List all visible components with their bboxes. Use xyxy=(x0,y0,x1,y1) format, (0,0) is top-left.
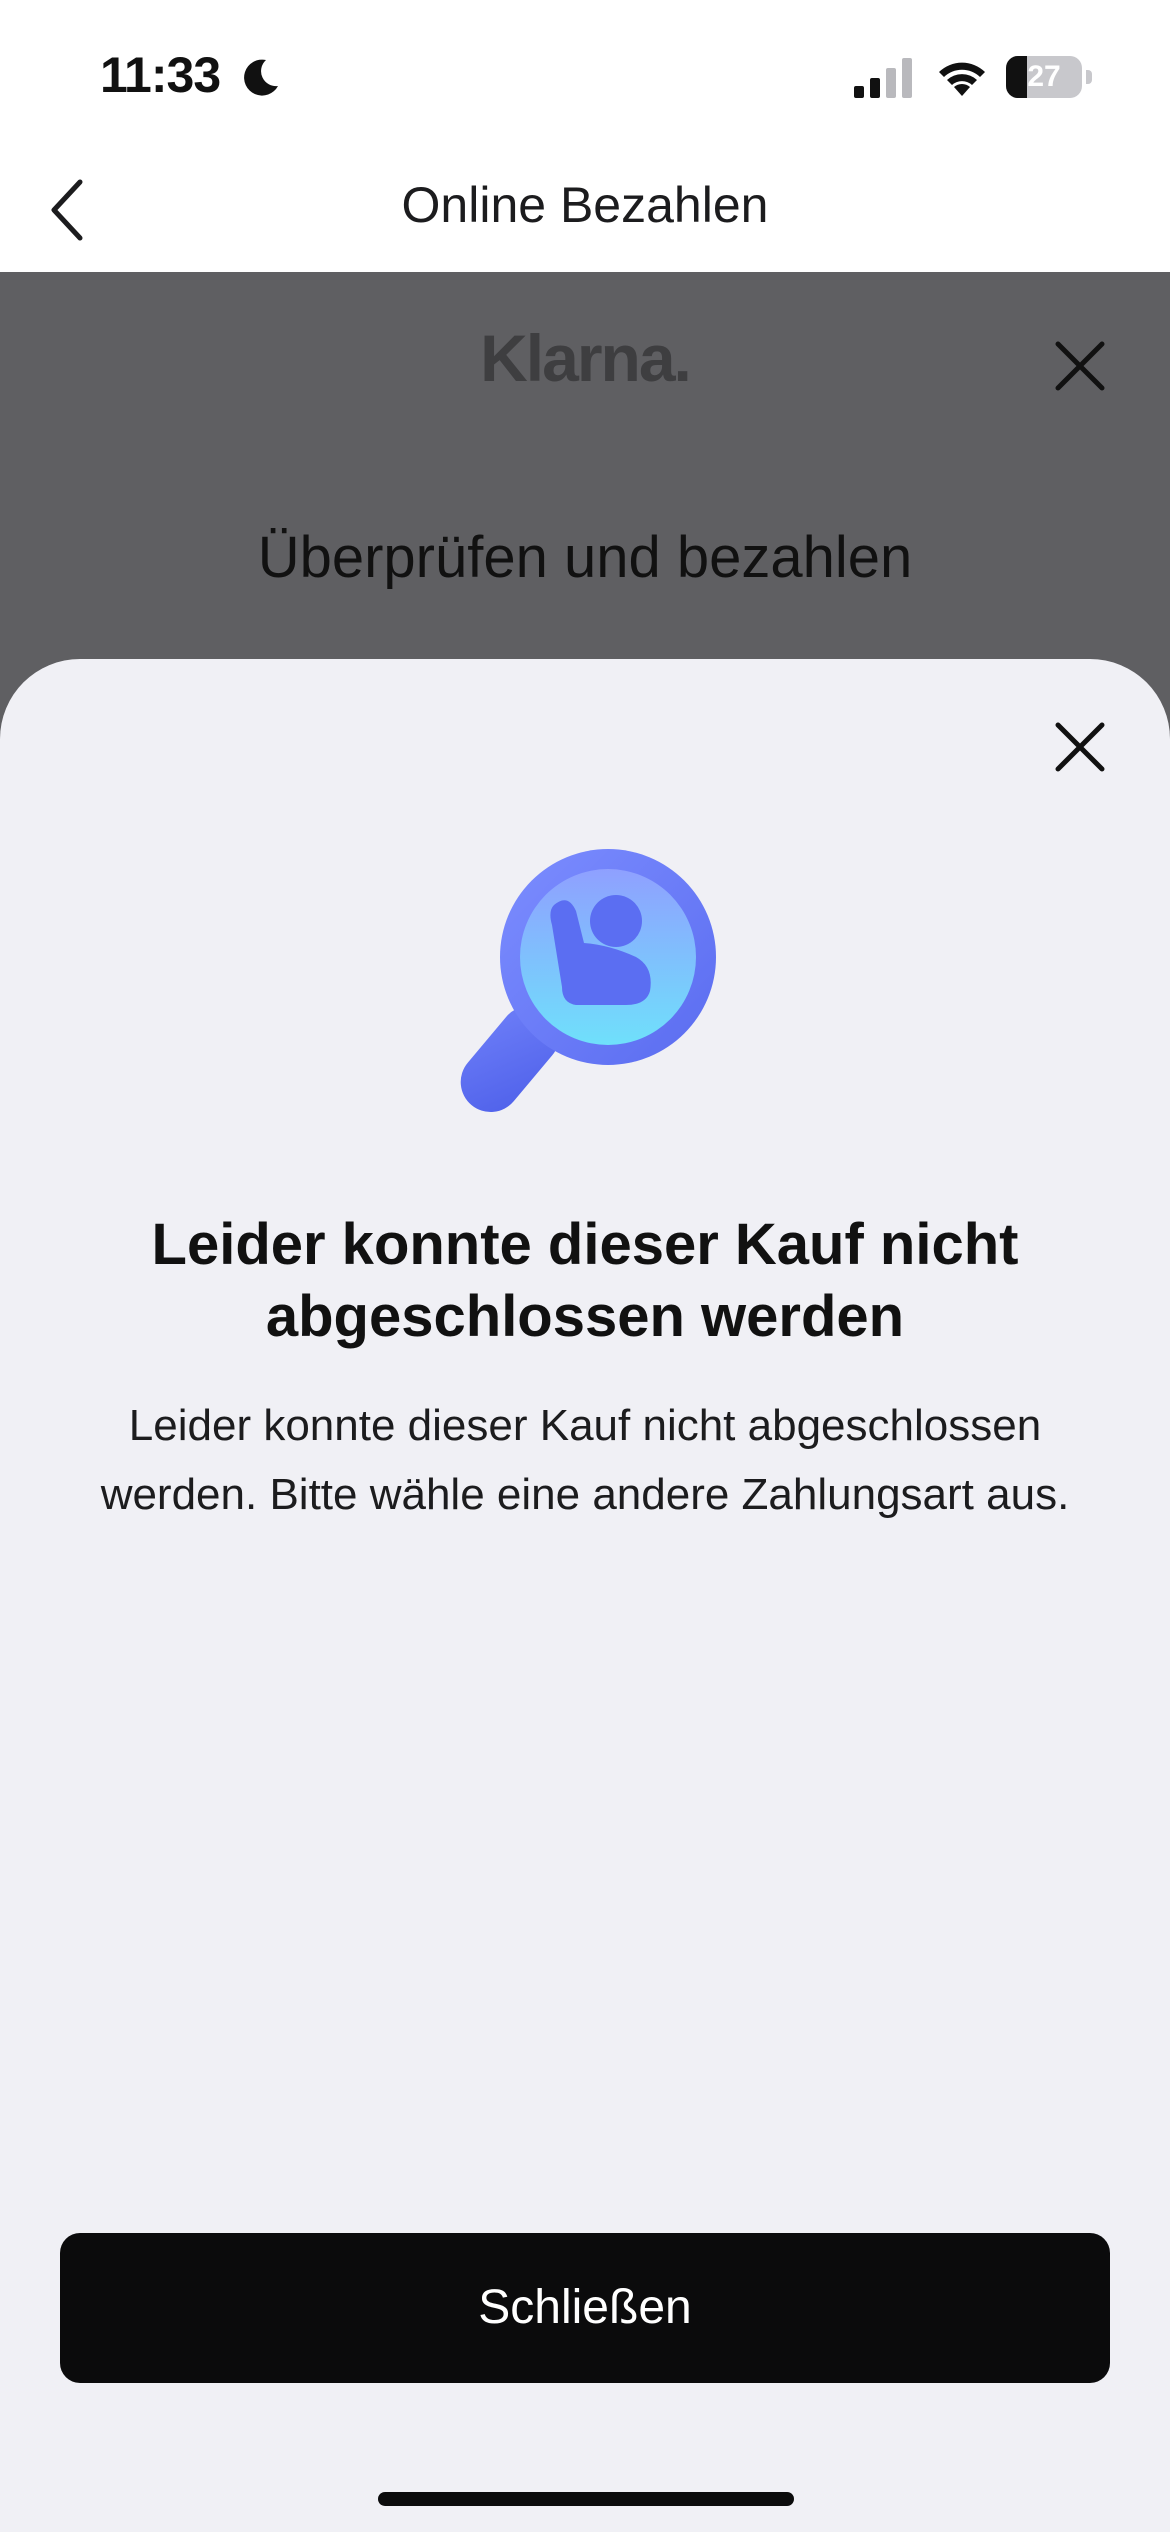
battery-tip xyxy=(1086,70,1092,84)
error-title: Leider konnte dieser Kauf nicht abgeschl… xyxy=(151,1212,1019,1349)
nav-bar: Online Bezahlen xyxy=(0,150,1170,272)
signal-icon xyxy=(854,58,912,98)
page-title: Online Bezahlen xyxy=(401,177,769,233)
status-bar: 11:33 27 xyxy=(0,0,1170,150)
close-button[interactable]: Schließen xyxy=(60,2233,1110,2383)
close-icon[interactable] xyxy=(1050,336,1110,396)
klarna-logo: Klarna. xyxy=(480,321,692,395)
wifi-icon xyxy=(939,62,985,96)
battery-icon: 27 xyxy=(1006,56,1092,98)
moon-icon xyxy=(244,59,278,96)
battery-level: 27 xyxy=(1027,60,1061,93)
status-time: 11:33 xyxy=(100,47,221,103)
close-icon[interactable] xyxy=(1050,717,1110,777)
checkout-heading: Überprüfen und bezahlen xyxy=(257,525,913,590)
error-sheet: Leider konnte dieser Kauf nicht abgeschl… xyxy=(0,659,1170,2532)
home-indicator xyxy=(378,2492,794,2506)
error-message: Leider konnte dieser Kauf nicht abgeschl… xyxy=(100,1401,1070,1519)
battery-body: 27 xyxy=(1006,56,1082,98)
magnifier-person-icon xyxy=(460,849,716,1112)
